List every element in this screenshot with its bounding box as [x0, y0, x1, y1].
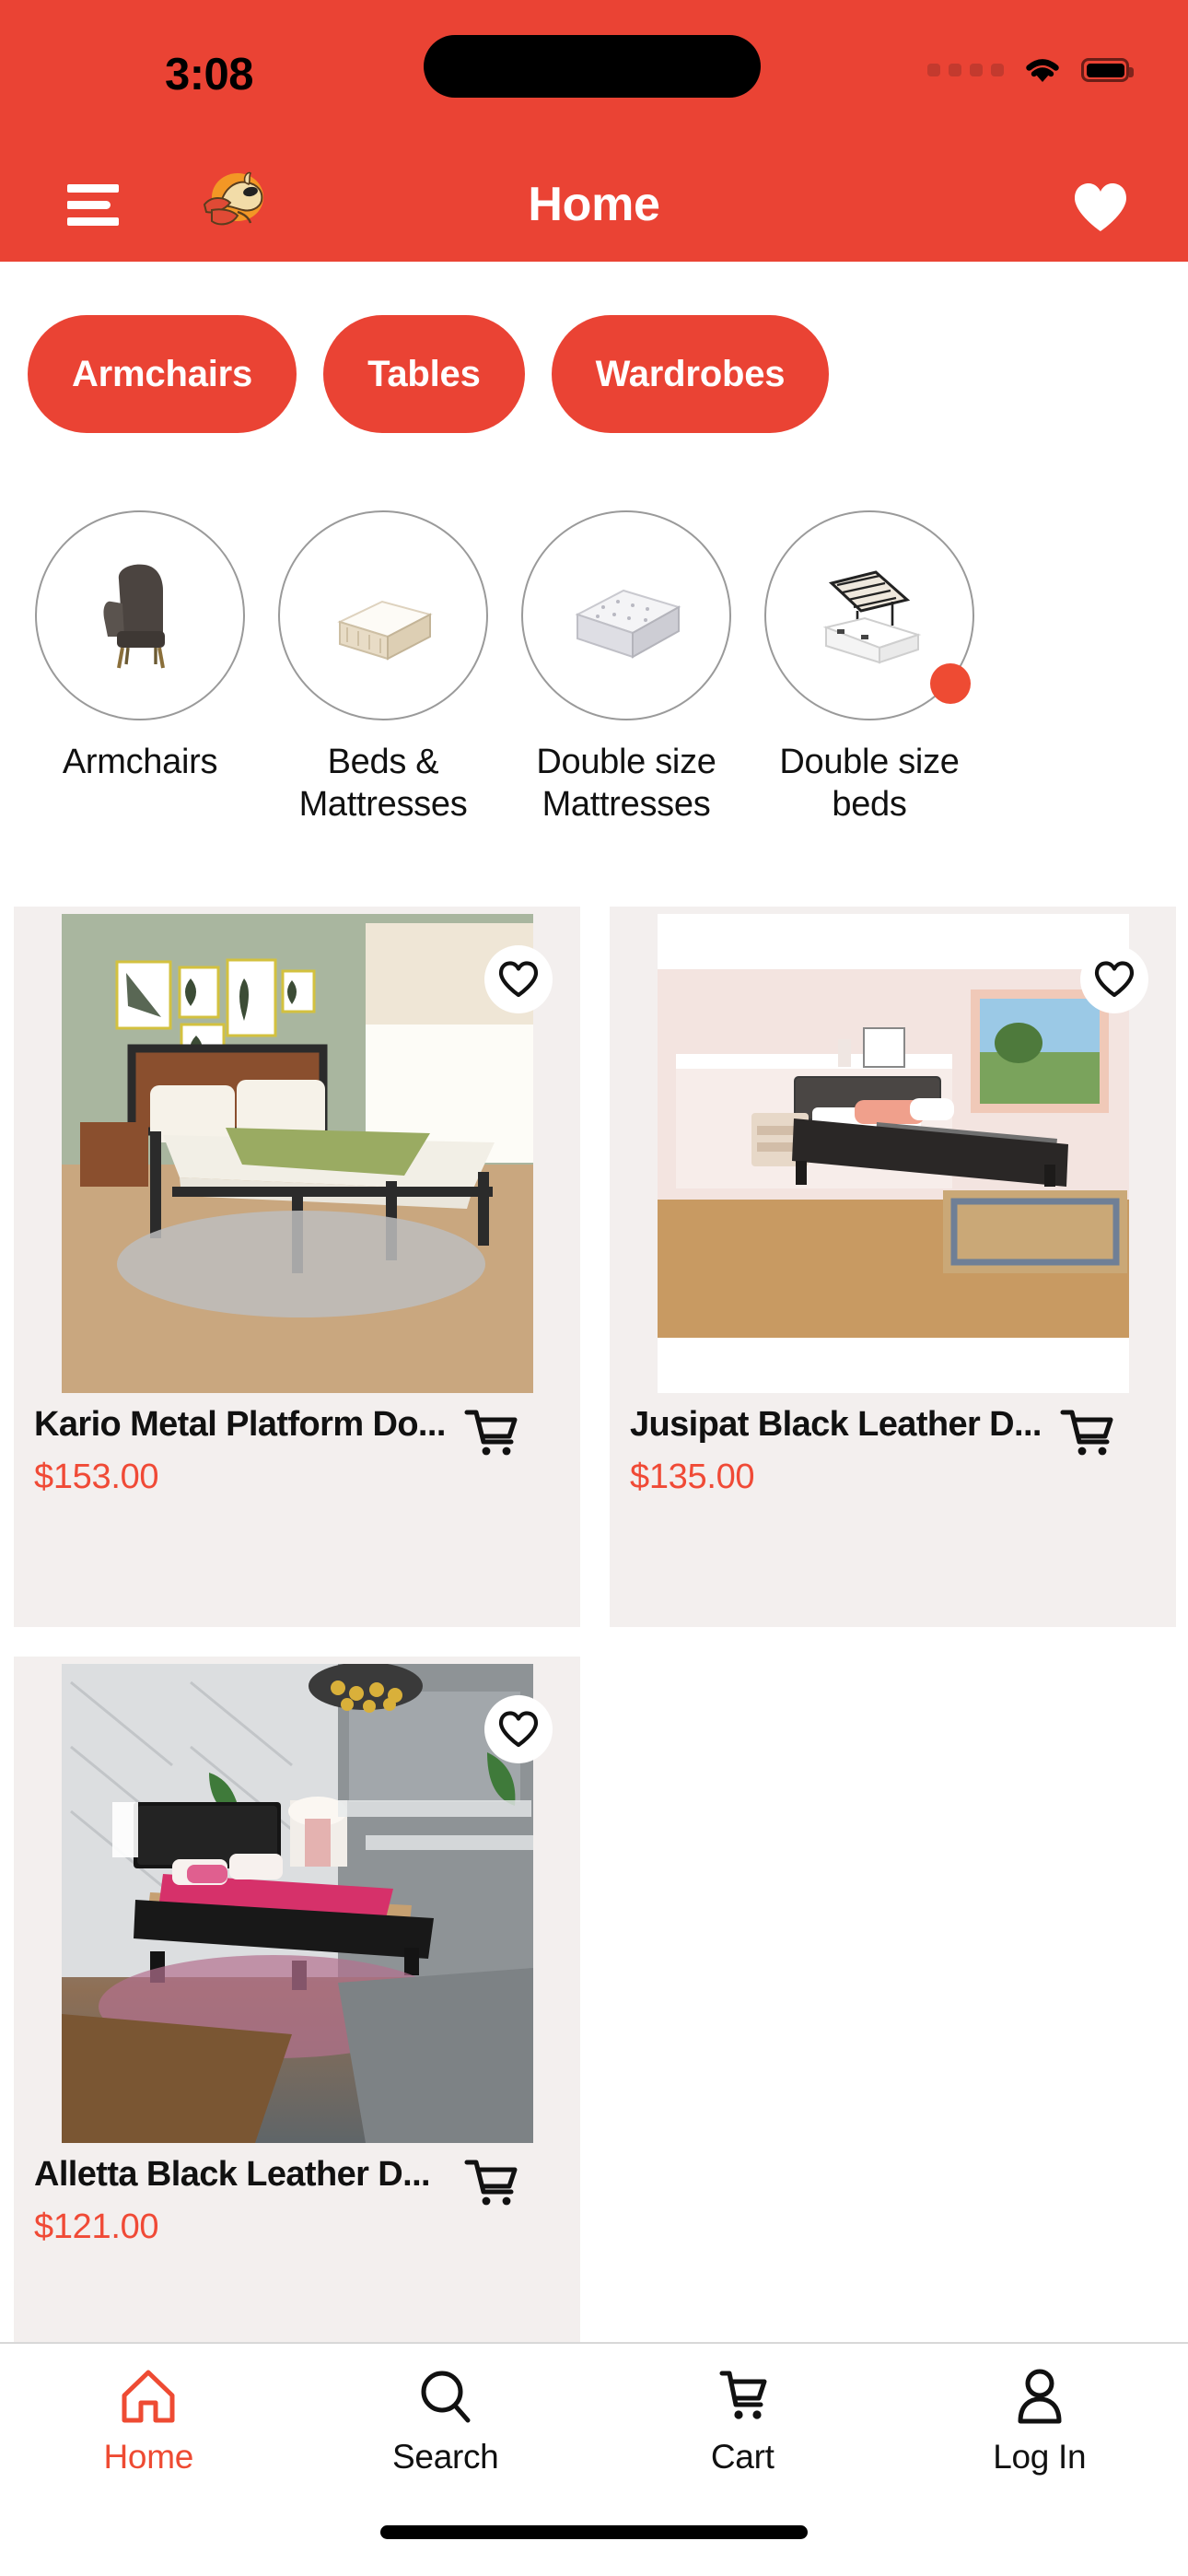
app-screen: 3:08 Home Armchairs Tables Wardrobes Arm… [0, 0, 1188, 2576]
main-content: Armchairs Tables Wardrobes Armchairs Bed… [0, 262, 1188, 2377]
product-grid-row: Alletta Black Leather D... $121.00 [0, 1657, 1188, 2377]
product-price: $121.00 [34, 2207, 159, 2246]
camel-logo-icon [193, 164, 274, 241]
category-item-armchairs[interactable]: Armchairs [18, 510, 262, 825]
status-bar-indicators [927, 52, 1134, 88]
mattress-grey-thumbnail [557, 546, 695, 685]
category-item-double-size-beds[interactable]: Double size beds [748, 510, 991, 825]
product-title: Jusipat Black Leather D... [630, 1405, 1042, 1444]
category-label: Double size Mattresses [536, 743, 716, 824]
category-item-double-size-mattresses[interactable]: Double size Mattresses [505, 510, 748, 825]
product-grid-row: Kario Metal Platform Do... $153.00 Jusip… [0, 907, 1188, 1627]
shopping-cart-icon [1060, 1410, 1113, 1456]
category-label: Armchairs [62, 743, 218, 781]
category-circle [278, 510, 488, 720]
category-row: Armchairs Beds & Mattresses Double size … [0, 510, 1188, 825]
category-circle [521, 510, 731, 720]
add-to-cart-button[interactable] [1054, 1400, 1118, 1467]
filter-pill-tables[interactable]: Tables [323, 315, 525, 433]
battery-icon [1081, 58, 1134, 82]
category-item-beds-mattresses[interactable]: Beds & Mattresses [262, 510, 505, 825]
favorite-button[interactable] [484, 1695, 553, 1763]
dynamic-island [424, 35, 761, 98]
favorites-button[interactable] [1070, 181, 1131, 234]
status-bar-time: 3:08 [164, 50, 254, 100]
product-grid-empty-slot [610, 1657, 1176, 2377]
tab-cart[interactable]: Cart [594, 2364, 891, 2510]
category-label: Double size beds [779, 743, 960, 824]
home-icon [119, 2364, 178, 2425]
tab-label: Log In [993, 2438, 1087, 2476]
cart-icon [713, 2364, 772, 2425]
heart-outline-icon [498, 1711, 539, 1748]
product-image [62, 914, 533, 1393]
product-image [658, 914, 1129, 1393]
armchair-thumbnail [71, 546, 209, 685]
category-circle [35, 510, 245, 720]
ottoman-bed-thumbnail [800, 546, 938, 685]
wifi-icon [1022, 55, 1063, 85]
tab-search[interactable]: Search [297, 2364, 595, 2510]
add-to-cart-button[interactable] [458, 1400, 522, 1467]
filter-pill-wardrobes[interactable]: Wardrobes [551, 315, 830, 433]
app-header: Home [0, 147, 1188, 262]
mattress-beige-thumbnail [314, 546, 452, 685]
heart-outline-icon [498, 961, 539, 998]
shopping-cart-icon [464, 1410, 518, 1456]
add-to-cart-button[interactable] [458, 2150, 522, 2217]
category-circle [764, 510, 974, 720]
bottom-navigation: Home Search Cart Log In [0, 2342, 1188, 2576]
product-card[interactable]: Alletta Black Leather D... $121.00 [14, 1657, 580, 2377]
product-title: Alletta Black Leather D... [34, 2155, 431, 2194]
signal-dots-icon [927, 64, 1004, 76]
tab-login[interactable]: Log In [891, 2364, 1188, 2510]
heart-filled-icon [1075, 183, 1126, 231]
heart-outline-icon [1094, 961, 1135, 998]
tab-label: Search [392, 2438, 499, 2476]
category-notification-badge [930, 663, 971, 704]
product-card[interactable]: Kario Metal Platform Do... $153.00 [14, 907, 580, 1627]
favorite-button[interactable] [1080, 945, 1148, 1013]
product-image [62, 1664, 533, 2143]
product-grid: Kario Metal Platform Do... $153.00 Jusip… [0, 907, 1188, 2406]
tab-home[interactable]: Home [0, 2364, 297, 2510]
search-icon [416, 2364, 475, 2425]
category-label: Beds & Mattresses [298, 743, 468, 824]
filter-pill-armchairs[interactable]: Armchairs [28, 315, 297, 433]
page-title: Home [528, 178, 660, 231]
product-card[interactable]: Jusipat Black Leather D... $135.00 [610, 907, 1176, 1627]
product-price: $153.00 [34, 1458, 159, 1496]
shopping-cart-icon [464, 2160, 518, 2206]
status-bar: 3:08 [0, 0, 1188, 147]
home-indicator [380, 2525, 808, 2539]
person-icon [1010, 2364, 1069, 2425]
product-title: Kario Metal Platform Do... [34, 1405, 446, 1444]
product-price: $135.00 [630, 1458, 755, 1496]
tab-label: Home [103, 2438, 194, 2476]
favorite-button[interactable] [484, 945, 553, 1013]
tab-label: Cart [710, 2438, 775, 2476]
filter-pill-row: Armchairs Tables Wardrobes [0, 315, 1188, 433]
